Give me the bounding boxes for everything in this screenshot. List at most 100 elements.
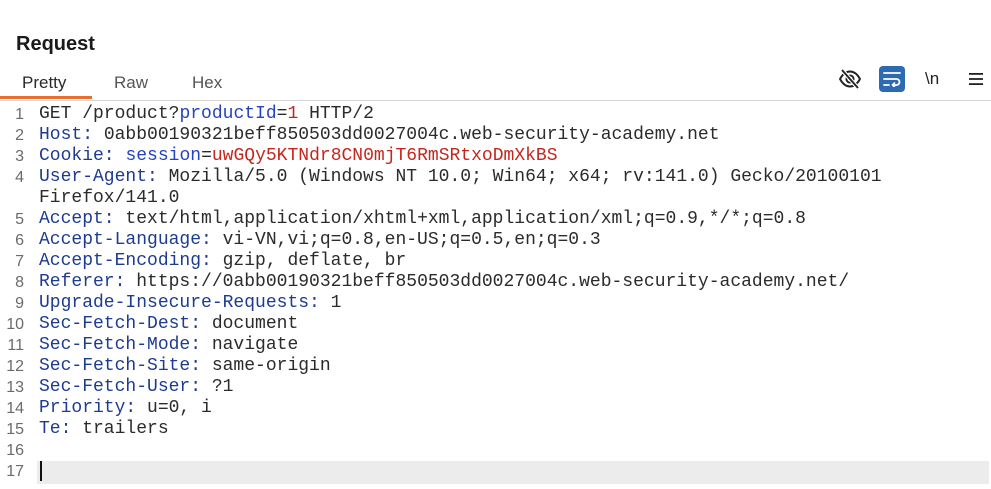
line-content[interactable] xyxy=(37,461,989,484)
editor-line[interactable]: 9 Upgrade-Insecure-Requests: 1 xyxy=(0,293,989,314)
menu-button[interactable] xyxy=(969,72,983,86)
tab-hex[interactable]: Hex xyxy=(192,64,222,100)
line-content[interactable]: User-Agent: Mozilla/5.0 (Windows NT 10.0… xyxy=(37,167,989,209)
line-number: 7 xyxy=(15,253,24,270)
header-name: Sec-Fetch-Mode: xyxy=(39,335,202,355)
editor-line[interactable]: 2 Host: 0abb00190321beff850503dd0027004c.… xyxy=(0,125,989,146)
line-number: 3 xyxy=(15,148,24,165)
line-number: 15 xyxy=(6,421,24,438)
header-value: GET /product? xyxy=(39,104,180,124)
editor-line[interactable]: 1 GET /product?productId=1 HTTP/2 xyxy=(0,104,989,125)
header-value: 0abb00190321beff850503dd0027004c.web-sec… xyxy=(93,125,720,145)
text-cursor xyxy=(40,461,42,481)
header-name: User-Agent: xyxy=(39,167,158,187)
header-value: gzip, deflate, br xyxy=(211,251,407,271)
panel-title: Request xyxy=(16,33,95,55)
header-name: Accept-Language: xyxy=(39,230,212,250)
request-editor[interactable]: 1 GET /product?productId=1 HTTP/2 2 Host: 0… xyxy=(0,104,989,484)
header-name: Cookie: xyxy=(39,146,115,166)
line-number: 16 xyxy=(6,442,24,459)
eye-slash-icon xyxy=(838,68,862,90)
editor-line[interactable]: 7 Accept-Encoding: gzip, deflate, br xyxy=(0,251,989,272)
header-value: = xyxy=(276,104,288,124)
line-content[interactable]: Upgrade-Insecure-Requests: 1 xyxy=(37,293,989,314)
editor-line[interactable]: 6 Accept-Language: vi-VN,vi;q=0.8,en-US;q… xyxy=(0,230,989,251)
header-value: text/html,application/xhtml+xml,applicat… xyxy=(114,209,806,229)
line-content[interactable]: GET /product?productId=1 HTTP/2 xyxy=(37,104,989,125)
line-number: 1 xyxy=(15,106,24,123)
line-number: 4 xyxy=(15,169,24,186)
line-content[interactable]: Sec-Fetch-User: ?1 xyxy=(37,377,989,398)
tab-pretty[interactable]: Pretty xyxy=(22,64,66,100)
editor-line[interactable]: 11 Sec-Fetch-Mode: navigate xyxy=(0,335,989,356)
header-name: Host: xyxy=(39,125,94,145)
line-content[interactable]: Accept-Language: vi-VN,vi;q=0.8,en-US;q=… xyxy=(37,230,989,251)
param-value: 1 xyxy=(287,104,299,124)
line-number: 11 xyxy=(7,337,24,354)
editor-line[interactable]: 4 User-Agent: Mozilla/5.0 (Windows NT 10.… xyxy=(0,167,989,209)
header-value: = xyxy=(201,146,212,166)
editor-line[interactable]: 13 Sec-Fetch-User: ?1 xyxy=(0,377,989,398)
header-name: Upgrade-Insecure-Requests: xyxy=(39,293,320,313)
line-content[interactable]: Te: trailers xyxy=(37,419,989,440)
editor-line[interactable]: 12 Sec-Fetch-Site: same-origin xyxy=(0,356,989,377)
header-value: ?1 xyxy=(201,377,234,397)
line-number: 2 xyxy=(15,127,24,144)
header-name: Accept-Encoding: xyxy=(39,251,212,271)
param-name: session xyxy=(125,146,202,166)
line-number: 9 xyxy=(15,295,24,312)
line-number: 17 xyxy=(6,463,24,480)
line-content[interactable]: Sec-Fetch-Site: same-origin xyxy=(37,356,989,377)
line-content[interactable]: Referer: https://0abb00190321beff850503d… xyxy=(37,272,989,293)
line-content[interactable]: Host: 0abb00190321beff850503dd0027004c.w… xyxy=(37,125,989,146)
header-name: Priority: xyxy=(39,398,137,418)
header-value: u=0, i xyxy=(136,398,212,418)
line-content[interactable] xyxy=(37,440,989,461)
editor-line[interactable]: 10 Sec-Fetch-Dest: document xyxy=(0,314,989,335)
line-number: 5 xyxy=(15,211,24,228)
line-content[interactable]: Sec-Fetch-Dest: document xyxy=(37,314,989,335)
tab-raw[interactable]: Raw xyxy=(114,64,148,100)
header-value: vi-VN,vi;q=0.8,en-US;q=0.5,en;q=0.3 xyxy=(211,230,601,250)
header-name: Accept: xyxy=(39,209,115,229)
header-name: Sec-Fetch-User: xyxy=(39,377,202,397)
header-name: Te: xyxy=(39,419,72,439)
line-content[interactable]: Accept-Encoding: gzip, deflate, br xyxy=(37,251,989,272)
show-newlines-button[interactable]: \n xyxy=(925,68,939,90)
editor-line[interactable]: 8 Referer: https://0abb00190321beff850503… xyxy=(0,272,989,293)
header-value: 1 xyxy=(319,293,342,313)
header-value: HTTP/2 xyxy=(298,104,374,124)
header-value: trailers xyxy=(71,419,169,439)
header-value xyxy=(115,146,126,166)
line-number: 13 xyxy=(6,379,24,396)
line-content[interactable]: Accept: text/html,application/xhtml+xml,… xyxy=(37,209,989,230)
hide-nonprintable-button[interactable] xyxy=(838,68,862,90)
line-content[interactable]: Sec-Fetch-Mode: navigate xyxy=(37,335,989,356)
line-content[interactable]: Cookie: session=uwGQy5KTNdr8CN0mjT6RmSRt… xyxy=(37,146,989,167)
header-value: https://0abb00190321beff850503dd0027004c… xyxy=(125,272,850,292)
line-number: 12 xyxy=(6,358,24,375)
line-number: 6 xyxy=(15,232,24,249)
editor-line[interactable]: 15 Te: trailers xyxy=(0,419,989,440)
editor-line[interactable]: 16 xyxy=(0,440,989,461)
header-value: same-origin xyxy=(201,356,331,376)
editor-line[interactable]: 3 Cookie: session=uwGQy5KTNdr8CN0mjT6RmSR… xyxy=(0,146,989,167)
wrap-lines-button[interactable] xyxy=(879,66,905,92)
editor-line[interactable]: 17 xyxy=(0,461,989,484)
active-tab-indicator xyxy=(0,96,92,99)
header-value: Mozilla/5.0 (Windows NT 10.0; Win64; x64… xyxy=(39,167,893,208)
header-name: Sec-Fetch-Site: xyxy=(39,356,202,376)
header-name: Referer: xyxy=(39,272,126,292)
editor-line[interactable]: 14 Priority: u=0, i xyxy=(0,398,989,419)
line-number: 14 xyxy=(6,400,24,417)
header-name: Sec-Fetch-Dest: xyxy=(39,314,202,334)
editor-line[interactable]: 5 Accept: text/html,application/xhtml+xml… xyxy=(0,209,989,230)
header-value: document xyxy=(201,314,299,334)
hamburger-menu-icon xyxy=(969,73,983,85)
line-number: 8 xyxy=(15,274,24,291)
param-name: productId xyxy=(179,104,277,124)
line-number: 10 xyxy=(6,316,24,333)
text-wrap-icon xyxy=(883,72,901,87)
line-content[interactable]: Priority: u=0, i xyxy=(37,398,989,419)
header-value: navigate xyxy=(201,335,299,355)
